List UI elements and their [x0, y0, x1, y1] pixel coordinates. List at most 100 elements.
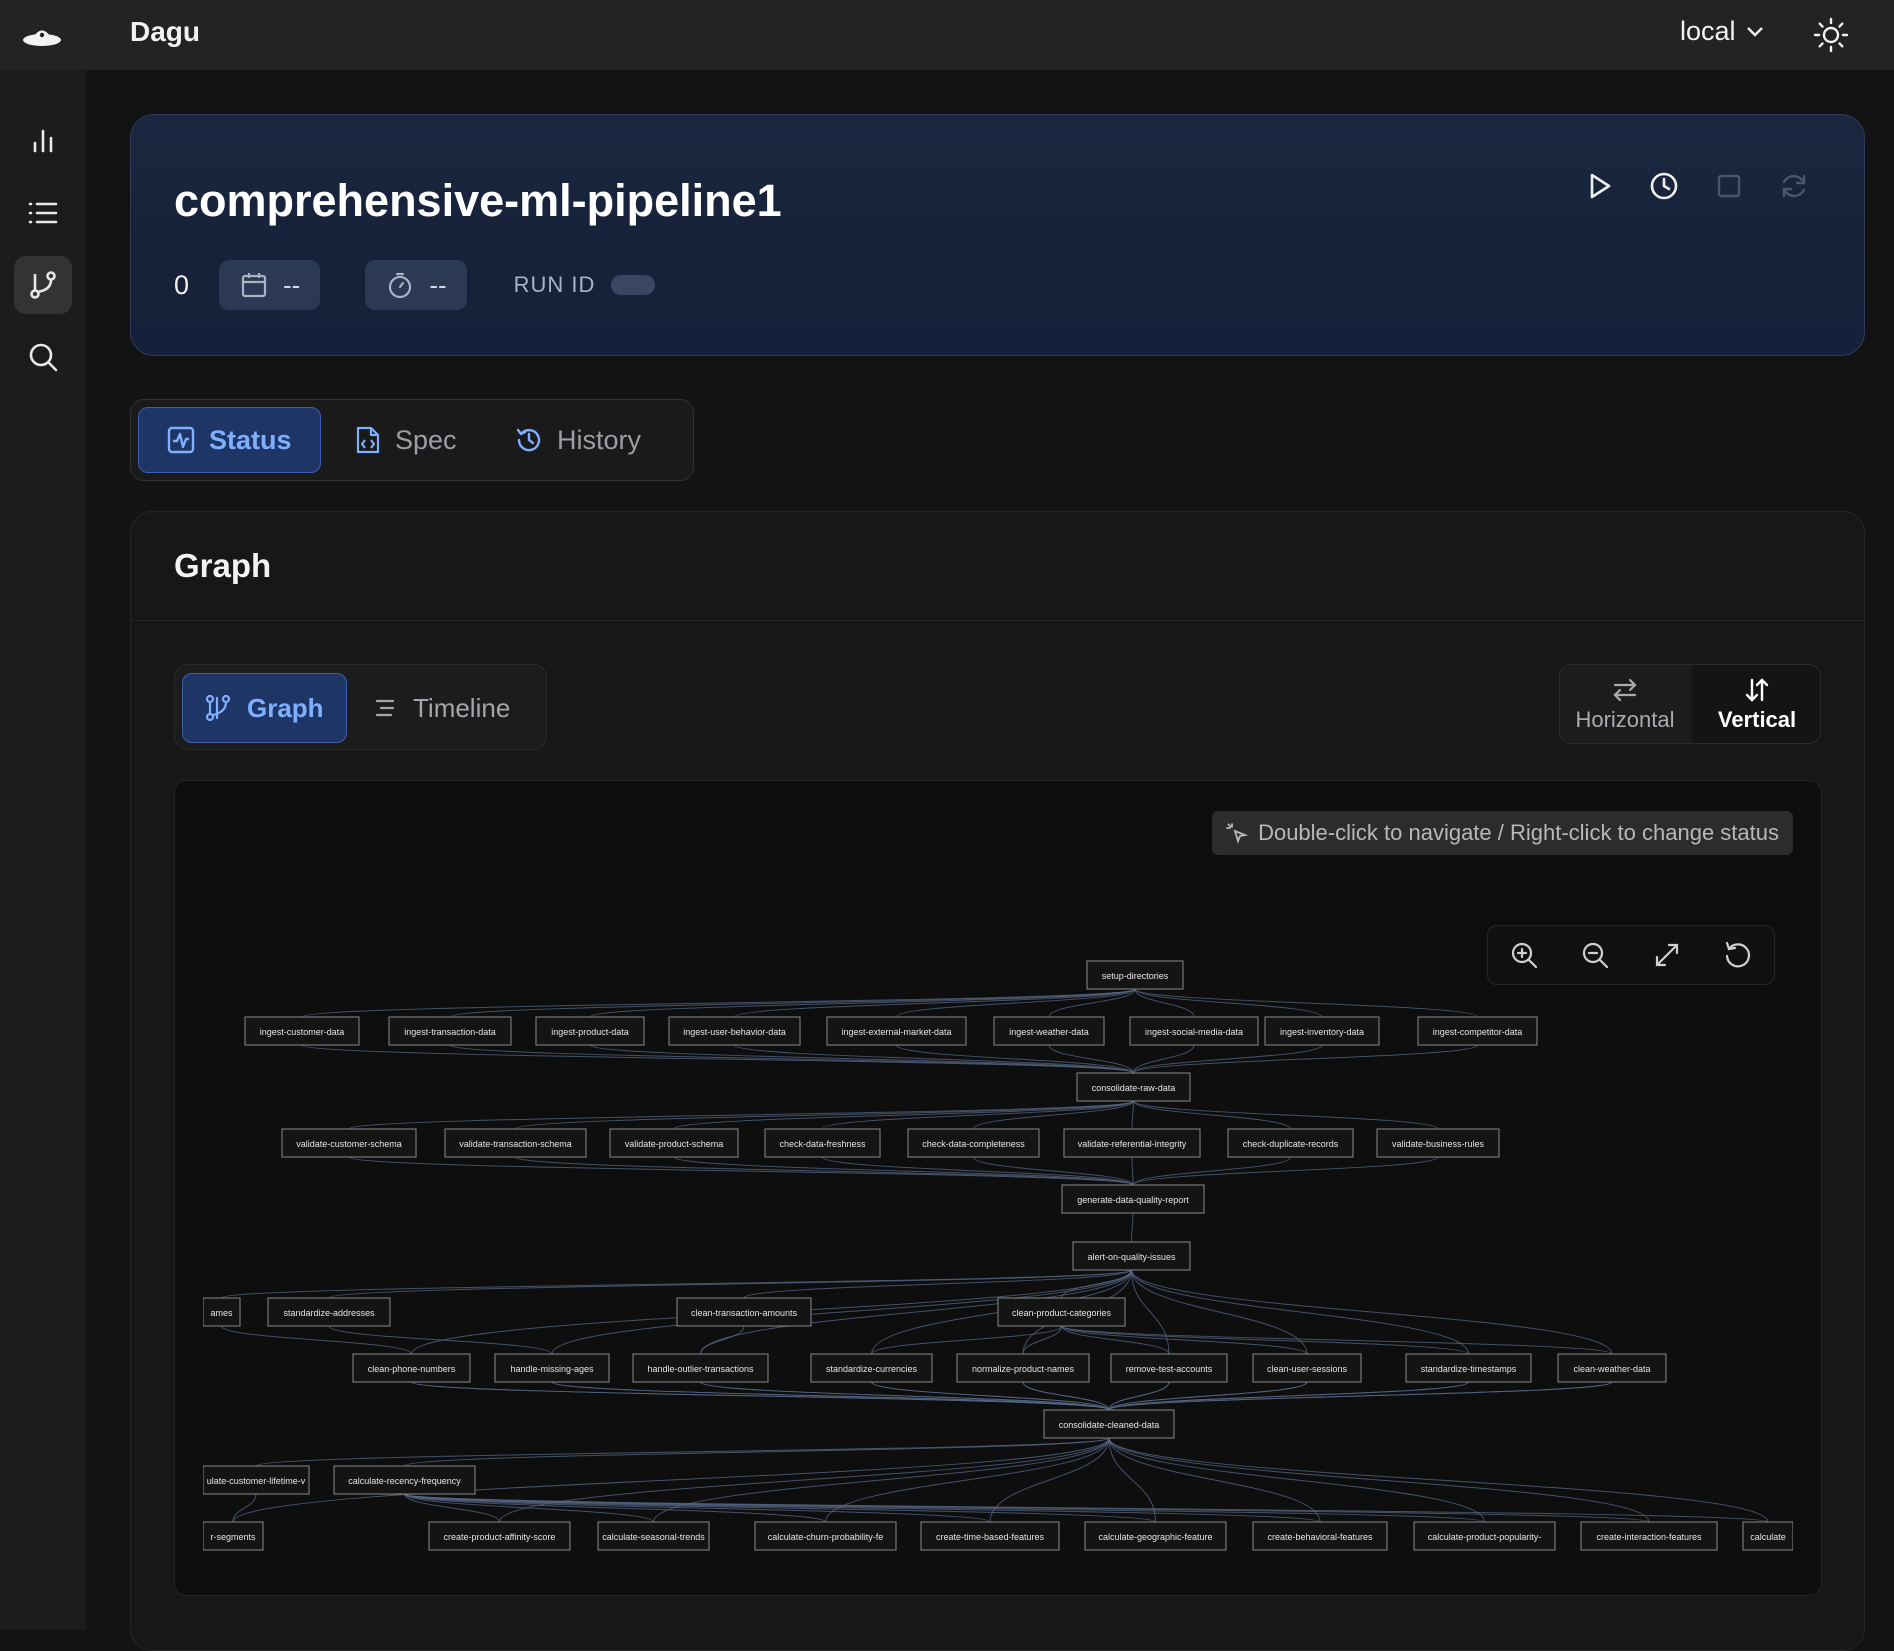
graph-node[interactable]: ulate-customer-lifetime-v	[203, 1465, 310, 1495]
graph-node-label: create-time-based-features	[936, 1532, 1045, 1542]
graph-node[interactable]: consolidate-cleaned-data	[1043, 1409, 1175, 1439]
sidebar-item-workflows[interactable]	[14, 256, 72, 314]
graph-node[interactable]: alert-on-quality-issues	[1072, 1241, 1191, 1271]
status-icon	[167, 426, 195, 454]
graph-node[interactable]: ingest-competitor-data	[1417, 1016, 1538, 1046]
dag-meta: 0 -- -- RUN ID	[174, 260, 656, 310]
graph-node[interactable]: calculate-churn-probability-fe	[754, 1521, 897, 1551]
graph-node[interactable]: check-data-completeness	[907, 1128, 1040, 1158]
tab-history-label: History	[557, 424, 642, 455]
history-icon	[516, 428, 541, 452]
sun-icon[interactable]	[1812, 16, 1850, 54]
graph-node[interactable]: ingest-customer-data	[244, 1016, 360, 1046]
graph-edge	[348, 1100, 1134, 1130]
sidebar-item-dashboard[interactable]	[14, 112, 72, 170]
vertical-button[interactable]: Vertical	[1692, 665, 1820, 743]
graph-node[interactable]: validate-product-schema	[609, 1128, 739, 1158]
graph-node[interactable]: calculate-geographic-feature	[1084, 1521, 1227, 1551]
dagu-logo-icon[interactable]	[22, 22, 62, 52]
graph-node-label: consolidate-raw-data	[1092, 1083, 1176, 1093]
environment-label: local	[1680, 16, 1736, 46]
graph-node[interactable]: standardize-timestamps	[1405, 1353, 1532, 1383]
graph-node[interactable]: standardize-currencies	[810, 1353, 933, 1383]
graph-node[interactable]: generate-data-quality-report	[1061, 1184, 1205, 1214]
graph-node[interactable]: clean-transaction-amounts	[676, 1297, 812, 1327]
graph-node[interactable]: validate-customer-schema	[281, 1128, 417, 1158]
graph-node[interactable]: create-time-based-features	[920, 1521, 1060, 1551]
graph-node[interactable]: ingest-product-data	[535, 1016, 645, 1046]
zoom-in-button[interactable]	[1509, 940, 1539, 970]
graph-node[interactable]: calculate-product-popularity-	[1413, 1521, 1556, 1551]
graph-node[interactable]: setup-directories	[1086, 960, 1184, 990]
graph-node[interactable]: consolidate-raw-data	[1076, 1072, 1191, 1102]
graph-node[interactable]: check-duplicate-records	[1227, 1128, 1354, 1158]
reset-view-button[interactable]	[1723, 940, 1753, 970]
graph-node[interactable]: handle-missing-ages	[494, 1353, 610, 1383]
graph-view-button[interactable]: Graph	[182, 673, 347, 743]
graph-node[interactable]: calculate-recency-frequency	[333, 1465, 476, 1495]
graph-node[interactable]: standardize-addresses	[267, 1297, 391, 1327]
zoom-out-button[interactable]	[1580, 940, 1610, 970]
horizontal-label: Horizontal	[1575, 707, 1675, 732]
graph-node[interactable]: create-interaction-features	[1580, 1521, 1718, 1551]
graph-node[interactable]: create-behavioral-features	[1252, 1521, 1388, 1551]
chevron-down-icon	[1746, 26, 1763, 37]
dag-tabs: Status Spec History	[130, 399, 694, 481]
dag-graph[interactable]: Double-click to navigate / Right-click t…	[174, 780, 1822, 1596]
tab-status-label: Status	[209, 424, 292, 455]
graph-node[interactable]: validate-business-rules	[1376, 1128, 1500, 1158]
tab-status[interactable]: Status	[138, 407, 321, 473]
stop-button[interactable]	[1714, 171, 1744, 201]
graph-node[interactable]: r-segments	[203, 1521, 264, 1551]
graph-node[interactable]: ingest-social-media-data	[1129, 1016, 1259, 1046]
graph-node[interactable]: create-product-affinity-score	[428, 1521, 571, 1551]
graph-node[interactable]: calculate	[1742, 1521, 1793, 1551]
graph-node-label: standardize-addresses	[283, 1308, 375, 1318]
graph-node[interactable]: ingest-user-behavior-data	[668, 1016, 801, 1046]
graph-node[interactable]: check-data-freshness	[764, 1128, 881, 1158]
graph-node-label: validate-product-schema	[625, 1139, 724, 1149]
graph-node-label: calculate-recency-frequency	[348, 1476, 461, 1486]
graph-edge	[404, 1493, 1485, 1523]
timeline-view-button[interactable]: Timeline	[351, 673, 532, 743]
graph-node[interactable]: calculate-seasonal-trends	[597, 1521, 710, 1551]
graph-node[interactable]: clean-phone-numbers	[352, 1353, 471, 1383]
graph-node[interactable]: validate-transaction-schema	[444, 1128, 587, 1158]
sidebar-item-search[interactable]	[14, 328, 72, 386]
graph-node-label: clean-weather-data	[1573, 1364, 1650, 1374]
graph-node[interactable]: ames	[203, 1297, 241, 1327]
graph-node[interactable]: clean-product-categories	[997, 1297, 1126, 1327]
horizontal-button[interactable]: Horizontal	[1560, 665, 1690, 743]
graph-node[interactable]: ingest-external-market-data	[826, 1016, 967, 1046]
tab-history[interactable]: History	[487, 407, 669, 473]
sidebar	[0, 70, 86, 1630]
environment-select[interactable]: local	[1680, 16, 1764, 47]
graph-node[interactable]: normalize-product-names	[956, 1353, 1090, 1383]
graph-edge	[449, 988, 1136, 1018]
graph-node[interactable]: ingest-weather-data	[993, 1016, 1105, 1046]
graph-node[interactable]: ingest-inventory-data	[1264, 1016, 1380, 1046]
graph-node-label: remove-test-accounts	[1126, 1364, 1213, 1374]
graph-node[interactable]: ingest-transaction-data	[388, 1016, 512, 1046]
graph-card: Graph Graph Timeline Horizontal Vertical…	[130, 511, 1865, 1651]
graph-node-label: ames	[210, 1308, 233, 1318]
retry-button[interactable]	[1779, 171, 1809, 201]
fit-view-button[interactable]	[1652, 940, 1682, 970]
graph-node[interactable]: remove-test-accounts	[1110, 1353, 1228, 1383]
graph-node-label: ingest-external-market-data	[841, 1027, 951, 1037]
duration-value: --	[429, 269, 447, 300]
tab-spec[interactable]: Spec	[327, 407, 485, 473]
graph-node-label: create-product-affinity-score	[444, 1532, 556, 1542]
graph-node[interactable]: clean-user-sessions	[1252, 1353, 1362, 1383]
sidebar-item-dags[interactable]	[14, 184, 72, 242]
graph-node-label: setup-directories	[1102, 971, 1169, 981]
graph-node[interactable]: clean-weather-data	[1557, 1353, 1667, 1383]
arrows-left-right-icon	[1613, 678, 1637, 702]
start-button[interactable]	[1584, 171, 1614, 201]
graph-node-label: calculate	[1750, 1532, 1786, 1542]
graph-node[interactable]: handle-outlier-transactions	[632, 1353, 769, 1383]
graph-view-label: Graph	[247, 692, 324, 723]
graph-node[interactable]: validate-referential-integrity	[1063, 1128, 1201, 1158]
schedule-button[interactable]	[1649, 171, 1679, 201]
app-title: Dagu	[130, 16, 200, 47]
